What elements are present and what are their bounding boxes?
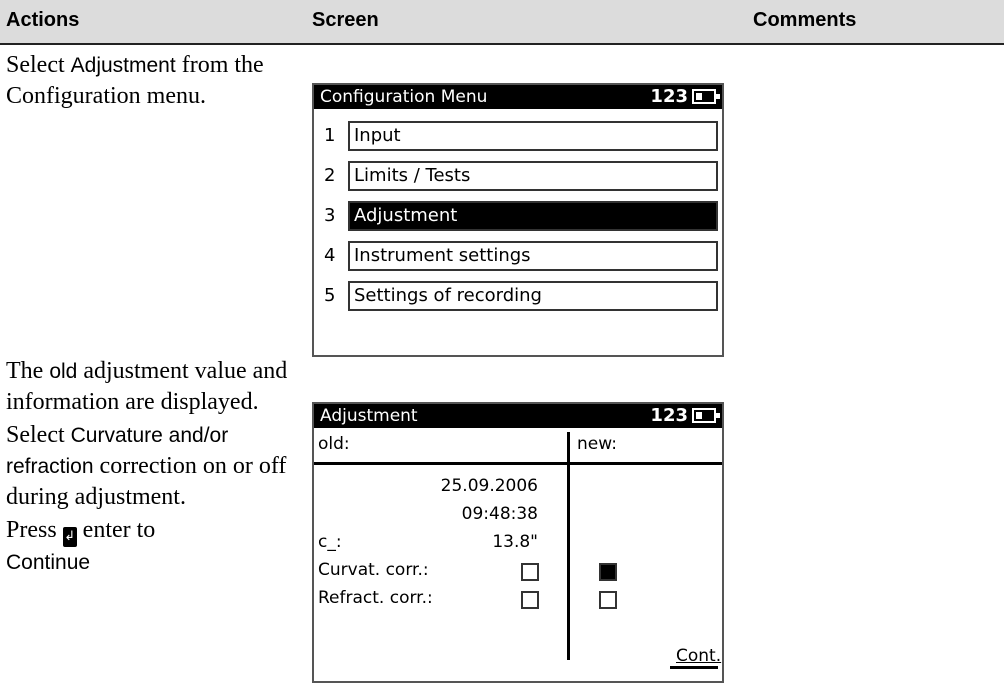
c-label: c_: <box>318 532 342 552</box>
step2-action-text: The old adjustment value and information… <box>6 356 296 578</box>
c-value: 13.8" <box>492 532 538 552</box>
menu-item-label: Adjustment <box>348 201 718 231</box>
menu-item[interactable]: 1 Input <box>320 121 720 151</box>
menu-item[interactable]: 4 Instrument settings <box>320 241 720 271</box>
battery-icon <box>692 407 720 423</box>
menu-item-label: Limits / Tests <box>348 161 718 191</box>
adjustment-screen: Adjustment 123 old: new: 25.09.2006 09:4… <box>312 402 724 683</box>
refraction-label: Refract. corr.: <box>318 588 433 608</box>
table-header: Actions Screen Comments <box>0 0 1004 45</box>
menu-item[interactable]: 3 Adjustment <box>320 201 720 231</box>
new-label: new: <box>577 434 617 454</box>
menu-item-number: 3 <box>324 205 336 226</box>
status-indicator: 123 <box>650 404 720 428</box>
refraction-new-checkbox[interactable] <box>599 591 617 609</box>
screen-title: Adjustment <box>320 406 418 426</box>
screen-title-bar: Configuration Menu 123 <box>314 85 722 109</box>
adjustment-time: 09:48:38 <box>461 504 538 524</box>
menu-item-label: Instrument settings <box>348 241 718 271</box>
screen-title-bar: Adjustment 123 <box>314 404 722 428</box>
step2-paragraph-3: Press ↲ enter to Continue <box>6 517 156 574</box>
curvature-new-checkbox[interactable] <box>599 563 617 581</box>
header-comments: Comments <box>753 9 857 31</box>
continue-softkey[interactable]: Cont. <box>676 646 721 666</box>
curvature-old-checkbox <box>521 563 539 581</box>
step1-action-text: Select Adjustment from the Configuration… <box>6 52 264 109</box>
step2-paragraph-1: The old adjustment value and information… <box>6 358 288 415</box>
enter-key-icon: ↲ <box>62 527 77 547</box>
header-screen: Screen <box>312 9 379 31</box>
menu-item-number: 1 <box>324 125 336 146</box>
menu-item-label: Settings of recording <box>348 281 718 311</box>
header-divider <box>314 462 722 465</box>
adjustment-date: 25.09.2006 <box>440 476 538 496</box>
step2-paragraph-2: Select Curvature and/or refraction corre… <box>6 422 287 510</box>
menu-item-label: Input <box>348 121 718 151</box>
menu-item[interactable]: 2 Limits / Tests <box>320 161 720 191</box>
status-indicator: 123 <box>650 85 720 109</box>
refraction-old-checkbox <box>521 591 539 609</box>
curvature-label: Curvat. corr.: <box>318 560 429 580</box>
battery-icon <box>692 88 720 104</box>
menu-item[interactable]: 5 Settings of recording <box>320 281 720 311</box>
softkey-bar <box>670 666 718 669</box>
menu-item-number: 4 <box>324 245 336 266</box>
header-actions: Actions <box>6 9 80 31</box>
old-label: old: <box>318 434 350 454</box>
term-adjustment: Adjustment <box>70 54 176 77</box>
screen-title: Configuration Menu <box>320 87 488 107</box>
menu-item-number: 5 <box>324 285 336 306</box>
configuration-menu-screen: Configuration Menu 123 1 Input 2 Limits / T… <box>312 83 724 357</box>
menu-item-number: 2 <box>324 165 336 186</box>
column-divider <box>567 432 570 660</box>
